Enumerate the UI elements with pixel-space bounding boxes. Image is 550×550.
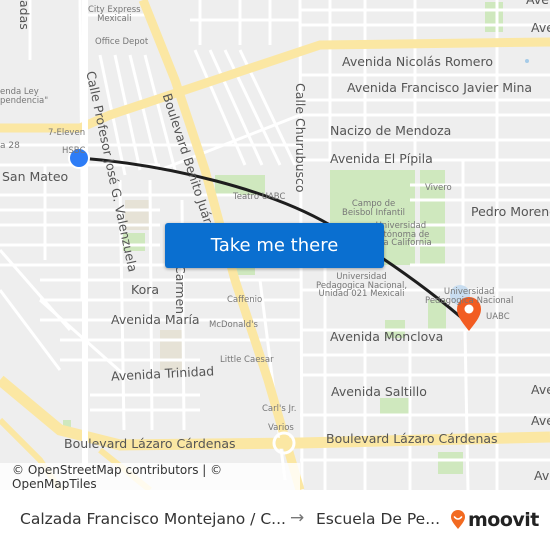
street-label: Ave <box>531 413 550 428</box>
moovit-wordmark: moovit <box>468 509 539 531</box>
park-top-right <box>485 2 503 32</box>
poi-label: Caffenio <box>227 295 263 305</box>
poi-label: Office Depot <box>95 37 149 47</box>
map-view[interactable]: Avenida Nicolás Romero Avenida Francisco… <box>0 0 550 490</box>
street-label: Ave <box>531 382 550 397</box>
street-label: Ave <box>534 468 550 483</box>
poi-label: UABC <box>486 312 510 322</box>
poi-label: enda Ley pendencia" <box>0 87 49 106</box>
street-label: a 28 <box>0 141 20 151</box>
take-me-there-button[interactable]: Take me there <box>165 223 384 268</box>
map-attribution[interactable]: © OpenStreetMap contributors | © OpenMap… <box>0 463 300 490</box>
poi-label: McDonald's <box>209 320 258 330</box>
street-label: Avenida Monclova <box>330 329 444 344</box>
poi-label: Varios <box>268 423 294 433</box>
street-label: Nacizo de Mendoza <box>330 123 452 138</box>
poi-label: Carl's Jr. <box>262 404 297 414</box>
park-saltillo <box>380 398 410 416</box>
destination-stop-name: Escuela De Pe... <box>316 510 440 528</box>
street-label: adas <box>17 0 32 30</box>
street-label: San Mateo <box>2 169 69 184</box>
street-label: Avenida Francisco Javier Mina <box>347 80 533 95</box>
street-label: Avenida Nicolás Romero <box>342 54 493 69</box>
poi-label: City Express Mexicali <box>88 5 141 24</box>
street-label: Boulevard Lázaro Cárdenas <box>64 436 236 451</box>
street-label: Avenida Saltillo <box>331 384 427 399</box>
street-label: Boulevard Lázaro Cárdenas <box>326 431 498 446</box>
poi-label: Universidad Pedagogica Nacional, Unidad … <box>316 272 408 299</box>
poi-label: HSBC <box>62 146 86 156</box>
street-label: Ave <box>526 0 549 7</box>
street-label: Ave <box>531 20 550 35</box>
street-label: Avenida El Pípila <box>330 151 433 166</box>
street-label: Kora <box>131 282 160 297</box>
building-2 <box>160 330 182 370</box>
poi-label: 7-Eleven <box>48 128 86 138</box>
street-label: Avenida María <box>111 312 200 327</box>
origin-stop-name: Calzada Francisco Montejano / C... <box>20 510 286 528</box>
poi-label: Teatro UABC <box>233 192 286 202</box>
poi-label: Vivero <box>425 183 452 193</box>
moovit-pin-icon <box>451 510 465 529</box>
route-arrow-icon: → <box>290 508 305 528</box>
street-label: Pedro Moreno <box>471 204 550 219</box>
park-small-5 <box>438 452 463 474</box>
poi-label: Universidad Pedagogica Nacional <box>425 287 514 306</box>
moovit-logo[interactable]: moovit <box>450 509 539 531</box>
poi-label: Campo de Beisbol Infantil <box>342 199 406 218</box>
street-label: Calle Churubusco <box>293 83 308 193</box>
poi-label: Little Caesar <box>220 355 274 365</box>
